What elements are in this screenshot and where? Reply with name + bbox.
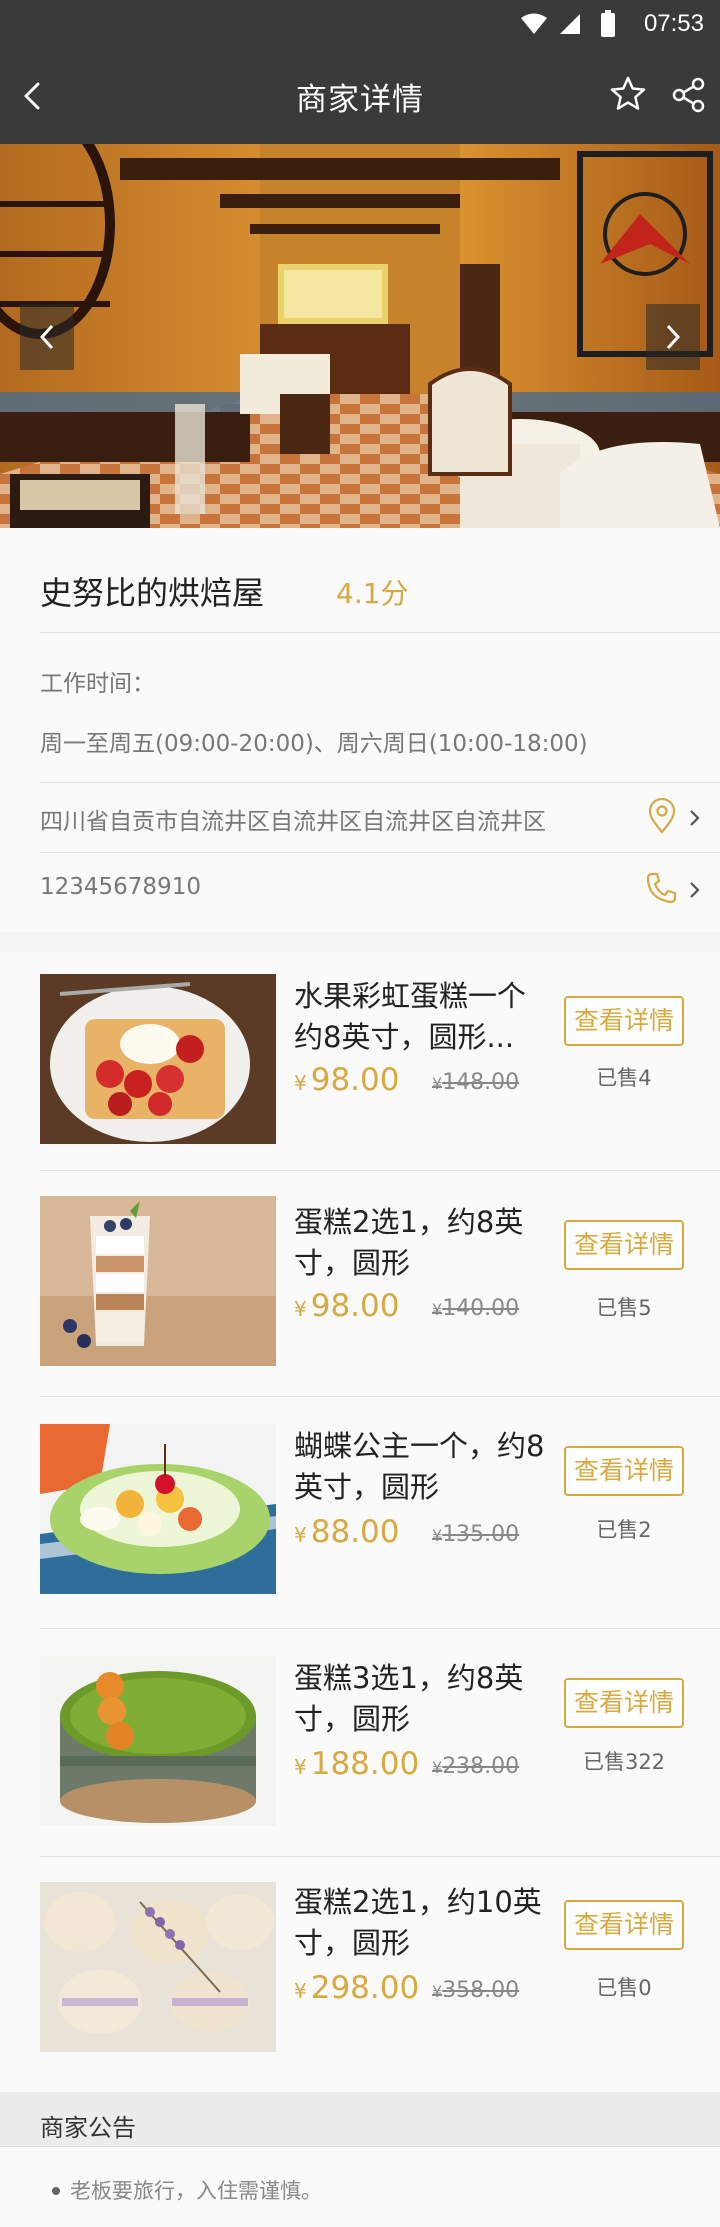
- share-icon[interactable]: [670, 76, 708, 114]
- product-name: 蛋糕2选1，约8英寸，圆形: [294, 1205, 524, 1280]
- sold-count: 已售4: [596, 1066, 652, 1090]
- product-original-price: ¥135.00: [432, 1522, 519, 1547]
- product-name: 蛋糕3选1，约8英寸，圆形: [294, 1661, 524, 1736]
- divider: [40, 1170, 720, 1171]
- product-image: [40, 1882, 276, 2052]
- currency-symbol: ¥: [432, 1982, 443, 2001]
- original-price-value: 148.00: [442, 1070, 520, 1095]
- shop-rating: 4.1分: [336, 577, 409, 610]
- product-item[interactable]: 蛋糕3选1，约8英寸，圆形 ¥188.00 ¥238.00 查看详情 已售322: [0, 1634, 720, 1860]
- shop-address: 四川省自贡市自流井区自流井区自流井区自流井区: [40, 809, 546, 835]
- banner-next-button[interactable]: [646, 304, 700, 370]
- view-details-button[interactable]: 查看详情: [564, 1678, 684, 1728]
- shop-phone: 12345678910: [40, 874, 201, 900]
- banner-prev-button[interactable]: [20, 304, 74, 370]
- status-bar: 07:53: [0, 0, 720, 48]
- product-price: ¥88.00: [294, 1514, 399, 1550]
- price-value: 188.00: [310, 1746, 420, 1782]
- original-price-value: 135.00: [442, 1522, 520, 1547]
- product-image: [40, 1424, 276, 1594]
- product-price: ¥298.00: [294, 1970, 419, 2006]
- product-price: ¥98.00: [294, 1062, 399, 1098]
- divider: [40, 632, 720, 633]
- product-original-price: ¥358.00: [432, 1978, 519, 2003]
- currency-symbol: ¥: [294, 1523, 307, 1547]
- currency-symbol: ¥: [294, 1071, 307, 1095]
- chevron-right-icon: [690, 810, 700, 826]
- signal-icon: [560, 14, 580, 34]
- bullet-dot: [52, 2187, 60, 2195]
- shop-name: 史努比的烘焙屋: [40, 574, 265, 612]
- product-item[interactable]: 蝴蝶公主一个，约8英寸，圆形 ¥88.00 ¥135.00 查看详情 已售2: [0, 1402, 720, 1628]
- wifi-icon: [521, 13, 547, 34]
- address-row[interactable]: 四川省自贡市自流井区自流井区自流井区自流井区: [0, 782, 720, 852]
- chevron-left-icon: [39, 324, 54, 350]
- status-time: 07:53: [643, 10, 704, 37]
- currency-symbol: ¥: [432, 1300, 443, 1319]
- divider: [40, 1628, 720, 1629]
- product-item[interactable]: 蛋糕2选1，约10英寸，圆形 ¥298.00 ¥358.00 查看详情 已售0: [0, 1860, 720, 2086]
- sold-count: 已售2: [596, 1518, 652, 1542]
- product-name: 水果彩虹蛋糕一个约8英寸，圆形...: [294, 979, 527, 1054]
- star-icon[interactable]: [608, 74, 648, 114]
- price-value: 88.00: [310, 1514, 400, 1550]
- currency-symbol: ¥: [432, 1074, 443, 1093]
- view-details-button[interactable]: 查看详情: [564, 1900, 684, 1950]
- product-item[interactable]: 水果彩虹蛋糕一个约8英寸，圆形... ¥98.00 ¥148.00 查看详情 已…: [0, 952, 720, 1178]
- product-item[interactable]: 蛋糕2选1，约8英寸，圆形 ¥98.00 ¥140.00 查看详情 已售5: [0, 1174, 720, 1400]
- currency-symbol: ¥: [294, 1755, 307, 1779]
- price-value: 98.00: [310, 1288, 400, 1324]
- nav-bar: 商家详情: [0, 48, 720, 144]
- phone-icon: [646, 872, 676, 904]
- price-value: 298.00: [310, 1970, 420, 2006]
- divider: [40, 852, 720, 853]
- notice-title: 商家公告: [40, 2114, 136, 2142]
- currency-symbol: ¥: [432, 1526, 443, 1545]
- product-image: [40, 1196, 276, 1366]
- view-details-button[interactable]: 查看详情: [564, 1446, 684, 1496]
- product-name: 蛋糕2选1，约10英寸，圆形: [294, 1885, 542, 1960]
- product-image: [40, 974, 276, 1144]
- divider: [40, 1856, 720, 1857]
- product-name: 蝴蝶公主一个，约8英寸，圆形: [294, 1429, 545, 1504]
- product-price: ¥188.00: [294, 1746, 419, 1782]
- currency-symbol: ¥: [294, 1297, 307, 1321]
- original-price-value: 238.00: [442, 1754, 520, 1779]
- currency-symbol: ¥: [432, 1758, 443, 1777]
- sold-count: 已售5: [596, 1296, 652, 1320]
- product-original-price: ¥148.00: [432, 1070, 519, 1095]
- product-original-price: ¥238.00: [432, 1754, 519, 1779]
- sold-count: 已售0: [596, 1976, 652, 2000]
- notice-item: 老板要旅行，入住需谨慎。: [70, 2179, 322, 2203]
- notice-header: 商家公告: [0, 2092, 720, 2146]
- original-price-value: 140.00: [442, 1296, 520, 1321]
- battery-icon: [601, 10, 615, 37]
- product-original-price: ¥140.00: [432, 1296, 519, 1321]
- hours-value: 周一至周五(09:00-20:00)、周六周日(10:00-18:00): [40, 731, 588, 757]
- product-image: [40, 1656, 276, 1826]
- product-list: 水果彩虹蛋糕一个约8英寸，圆形... ¥98.00 ¥148.00 查看详情 已…: [0, 952, 720, 2092]
- shop-banner-carousel[interactable]: [0, 144, 720, 528]
- hours-label: 工作时间：: [40, 671, 155, 697]
- chevron-right-icon: [666, 324, 681, 350]
- original-price-value: 358.00: [442, 1978, 520, 2003]
- view-details-button[interactable]: 查看详情: [564, 996, 684, 1046]
- location-pin-icon: [648, 798, 676, 834]
- chevron-right-icon: [690, 882, 700, 898]
- notice-list: 老板要旅行，入住需谨慎。: [0, 2146, 720, 2227]
- phone-row[interactable]: 12345678910: [0, 854, 720, 924]
- shop-info-card: 史努比的烘焙屋 4.1分 工作时间： 周一至周五(09:00-20:00)、周六…: [0, 528, 720, 932]
- sold-count: 已售322: [582, 1750, 666, 1774]
- divider: [40, 1396, 720, 1397]
- price-value: 98.00: [310, 1062, 400, 1098]
- view-details-button[interactable]: 查看详情: [564, 1220, 684, 1270]
- currency-symbol: ¥: [294, 1979, 307, 2003]
- product-price: ¥98.00: [294, 1288, 399, 1324]
- shop-interior-photo: [0, 144, 720, 528]
